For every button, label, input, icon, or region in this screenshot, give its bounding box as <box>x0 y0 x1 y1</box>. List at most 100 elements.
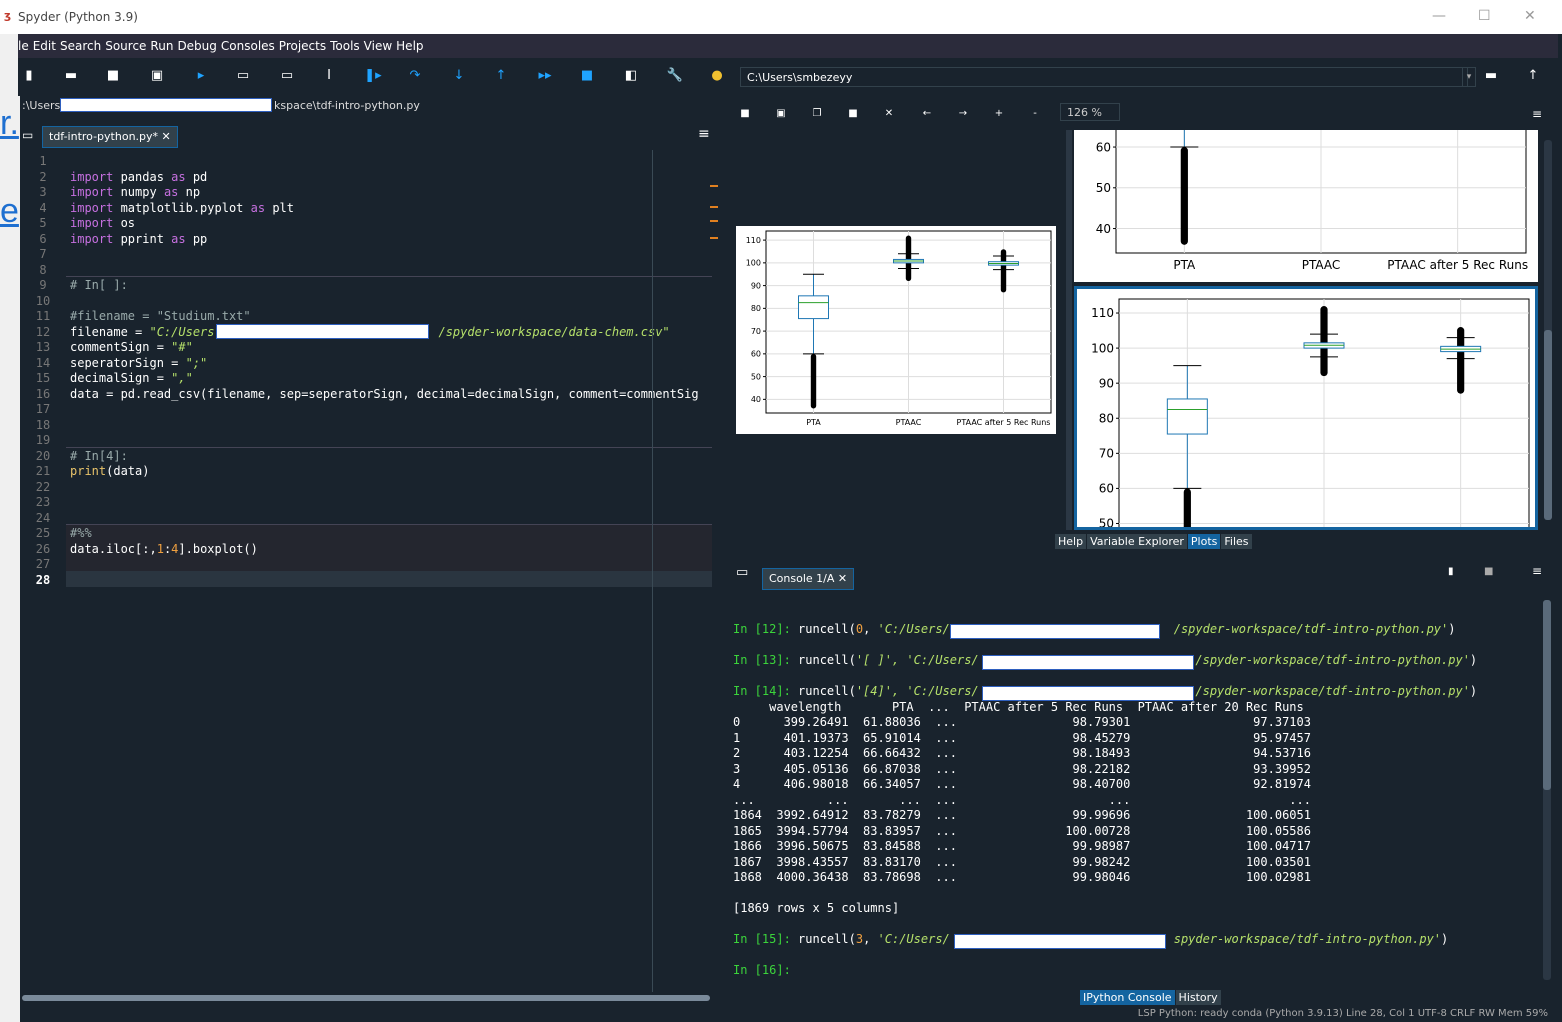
tab-ipython-console[interactable]: IPython Console <box>1080 990 1175 1005</box>
code-line: import os <box>70 216 136 230</box>
line-number: 27 <box>35 557 51 571</box>
editor-options-icon[interactable]: ≡ <box>698 126 710 142</box>
continue-icon[interactable]: ▸▸ <box>536 68 554 84</box>
plot-thumbnail-large[interactable]: 110 100 90 80 70 60 50 40 PTA PTAAC PTAAC after 5 … <box>736 226 1056 434</box>
zoom-in-icon[interactable]: + <box>990 106 1008 122</box>
close-tab-icon[interactable]: ✕ <box>162 130 171 143</box>
tab-help[interactable]: Help <box>1055 534 1087 549</box>
zoom-level-field[interactable]: 126 % <box>1060 103 1120 121</box>
parent-directory-icon[interactable]: ↑ <box>1524 68 1542 84</box>
python-path-icon[interactable]: ● <box>708 68 726 84</box>
debug-icon[interactable]: ❚▸ <box>364 68 382 84</box>
save-icon[interactable]: ■ <box>104 68 122 84</box>
run-selection-icon[interactable]: I <box>320 68 338 84</box>
line-number: 3 <box>39 185 47 199</box>
browse-tabs-icon[interactable]: ▭ <box>22 128 33 142</box>
menu-item-tools[interactable]: Tools <box>330 34 360 58</box>
code-lines: import pandas as pd import numpy as np imp… <box>66 154 712 556</box>
y-tick-label: 60 <box>1096 140 1111 154</box>
save-all-plots-icon[interactable]: ▣ <box>772 106 790 122</box>
remove-plot-icon[interactable]: ■ <box>844 106 862 122</box>
tab-history[interactable]: History <box>1175 990 1221 1005</box>
tab-variable-explorer[interactable]: Variable Explorer <box>1087 534 1187 549</box>
boxplot-chart-top: 70605040PTAPTAACPTAAC after 5 Rec Runs <box>1096 89 1528 272</box>
plots-options-icon[interactable]: ≡ <box>1528 106 1546 122</box>
box-0 <box>1166 398 1208 435</box>
maximize-icon[interactable]: ☐ <box>1478 8 1491 24</box>
y-tick-label: 100 <box>1091 341 1114 355</box>
y-tick-label: 50 <box>1096 181 1111 195</box>
browse-console-tabs-icon[interactable]: ▭ <box>736 565 748 580</box>
x-tick-label: PTAAC <box>1302 258 1341 272</box>
menu-item-consoles[interactable]: Consoles <box>221 34 275 58</box>
step-over-icon[interactable]: ↷ <box>406 68 424 84</box>
outlier-points <box>810 353 817 409</box>
step-return-icon[interactable]: ↑ <box>492 68 510 84</box>
menu-item-source[interactable]: Source <box>105 34 146 58</box>
title-bar: ʒ Spyder (Python 3.9) — ☐ ✕ <box>0 0 1562 34</box>
run-cell-advance-icon[interactable]: ▭ <box>278 68 296 84</box>
working-directory-input[interactable]: C:\Users\smbezeyy <box>740 67 1468 87</box>
code-editor[interactable]: import pandas as pd import numpy as np imp… <box>66 150 712 992</box>
tab-console-1a[interactable]: Console 1/A ✕ <box>762 568 855 590</box>
line-number: 4 <box>39 200 47 215</box>
next-plot-icon[interactable]: → <box>954 106 972 122</box>
menu-item-debug[interactable]: Debug <box>177 34 216 58</box>
menu-item-help[interactable]: Help <box>396 34 423 58</box>
remove-all-plots-icon[interactable]: ✕ <box>880 106 898 122</box>
tab-plots[interactable]: Plots <box>1187 534 1221 549</box>
open-folder-icon[interactable]: ▬ <box>62 68 80 84</box>
editor-hscrollbar[interactable] <box>20 992 720 1004</box>
plot-thumbnail-selected[interactable]: 110 100 90 80 70 60 50 <box>1074 286 1538 535</box>
menu-item-le[interactable]: le <box>18 34 29 58</box>
step-into-icon[interactable]: ↓ <box>450 68 468 84</box>
plot-thumbnail-top[interactable]: 70605040PTAPTAACPTAAC after 5 Rec Runs <box>1074 89 1538 282</box>
new-file-icon[interactable]: ▮ <box>20 68 38 84</box>
line-number: 2 <box>39 169 47 184</box>
preferences-wrench-icon[interactable]: 🔧 <box>666 68 684 84</box>
tab-label: tdf-intro-python.py* <box>49 130 159 143</box>
console-line: 1864 3992.64912 83.78279 ... 99.99696 10… <box>733 808 1311 822</box>
x-tick-label: PTAAC after 5 Rec Runs <box>957 418 1051 427</box>
previous-plot-icon[interactable]: ← <box>918 106 936 122</box>
tab-tdf-intro-python[interactable]: tdf-intro-python.py* ✕ <box>42 126 178 148</box>
splitter[interactable] <box>1066 130 1072 530</box>
remove-variables-icon[interactable]: ▮ <box>1448 566 1454 577</box>
console-line: 4 406.98018 66.34057 ... 98.40700 92.819… <box>733 777 1311 791</box>
zoom-out-icon[interactable]: - <box>1026 106 1044 122</box>
copy-plot-icon[interactable]: ❐ <box>808 106 826 122</box>
menu-item-search[interactable]: Search <box>60 34 101 58</box>
breadcrumb-prefix: :\Users\ <box>22 99 64 112</box>
minimize-icon[interactable]: — <box>1432 8 1446 24</box>
y-tick-label: 60 <box>1099 482 1114 496</box>
plots-scrollbar-thumb[interactable] <box>1544 330 1552 520</box>
interrupt-kernel-icon[interactable]: ■ <box>1484 566 1493 577</box>
save-plot-icon[interactable]: ■ <box>736 106 754 122</box>
redacted-path <box>954 934 1166 949</box>
tab-files[interactable]: Files <box>1221 534 1252 549</box>
code-line: import numpy as np <box>70 185 201 199</box>
browse-folder-icon[interactable]: ▬ <box>1482 68 1500 84</box>
menu-item-edit[interactable]: Edit <box>33 34 56 58</box>
save-all-icon[interactable]: ▣ <box>148 68 166 84</box>
close-console-tab-icon[interactable]: ✕ <box>838 572 847 585</box>
status-text: LSP Python: ready conda (Python 3.9.13) … <box>1137 1008 1548 1019</box>
run-icon[interactable]: ▸ <box>192 68 210 84</box>
run-cell-icon[interactable]: ▭ <box>234 68 252 84</box>
console-tabs: IPython Console History <box>1080 990 1222 1008</box>
console-output[interactable]: In [12]: runcell(0, 'C:/Users/ /spyder-w… <box>733 622 1543 979</box>
menu-item-run[interactable]: Run <box>150 34 173 58</box>
stop-debug-icon[interactable]: ■ <box>578 68 596 84</box>
line-number: 15 <box>35 371 51 385</box>
warning-marker <box>710 237 718 239</box>
console-scrollbar-thumb[interactable] <box>1543 600 1551 790</box>
line-number: 24 <box>35 510 51 525</box>
maximize-pane-icon[interactable]: ◧ <box>622 68 640 84</box>
console-options-icon[interactable]: ≡ <box>1532 564 1542 578</box>
menu-item-view[interactable]: View <box>364 34 392 58</box>
menu-item-projects[interactable]: Projects <box>279 34 326 58</box>
working-directory-dropdown[interactable]: ▾ <box>1462 67 1476 87</box>
close-icon[interactable]: ✕ <box>1524 8 1536 24</box>
